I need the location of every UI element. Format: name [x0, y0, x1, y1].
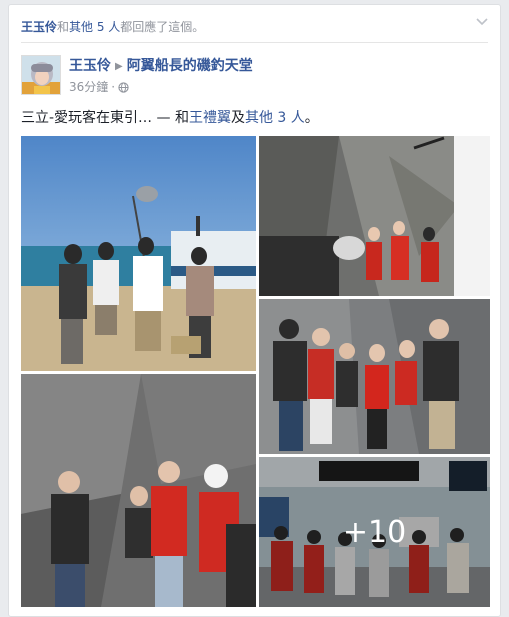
triangle-right-icon: ▶: [115, 61, 123, 72]
post-timestamp[interactable]: 36分鐘: [69, 80, 108, 94]
photo-rocks-closeup[interactable]: [21, 374, 256, 607]
header-divider: [21, 42, 488, 43]
activity-suffix: 都回應了這個。: [120, 20, 205, 34]
author-avatar[interactable]: [21, 55, 61, 95]
post-author-link[interactable]: 王玉伶: [69, 58, 111, 74]
post-text: 三立-愛玩客在東引… — 和: [21, 110, 189, 126]
post-meta: 36分鐘 ·: [69, 80, 129, 94]
activity-others-link[interactable]: 其他 5 人: [69, 20, 120, 34]
post-body: 三立-愛玩客在東引… — 和王禮翼及其他 3 人。: [21, 109, 319, 127]
feed-story-card: 王玉伶和其他 5 人都回應了這個。 王玉伶 ▶ 阿翼船長的磯釣天堂 36分鐘 · 三立…: [8, 4, 501, 617]
activity-actor-link[interactable]: 王玉伶: [21, 20, 57, 34]
post-conj: 及: [230, 110, 245, 126]
photo-indoor-group-more[interactable]: +10: [259, 457, 490, 607]
chevron-down-icon[interactable]: [476, 15, 488, 27]
activity-connector: 和: [57, 20, 70, 34]
globe-icon[interactable]: [118, 82, 129, 93]
tagged-others-link[interactable]: 其他 3 人: [245, 110, 305, 126]
photo-group-lifevests[interactable]: [259, 299, 490, 454]
post-author-line: 王玉伶 ▶ 阿翼船長的磯釣天堂: [69, 57, 253, 77]
activity-header: 王玉伶和其他 5 人都回應了這個。: [21, 19, 204, 35]
photo-harbor-crew[interactable]: [21, 136, 256, 371]
post-group-link[interactable]: 阿翼船長的磯釣天堂: [127, 58, 253, 74]
tagged-user-link[interactable]: 王禮翼: [189, 110, 231, 126]
post-end: 。: [304, 110, 319, 126]
photo-cliff-crew[interactable]: [259, 136, 490, 296]
more-photos-count: +10: [342, 514, 407, 550]
meta-separator: ·: [111, 80, 116, 94]
more-photos-overlay[interactable]: +10: [259, 457, 490, 607]
